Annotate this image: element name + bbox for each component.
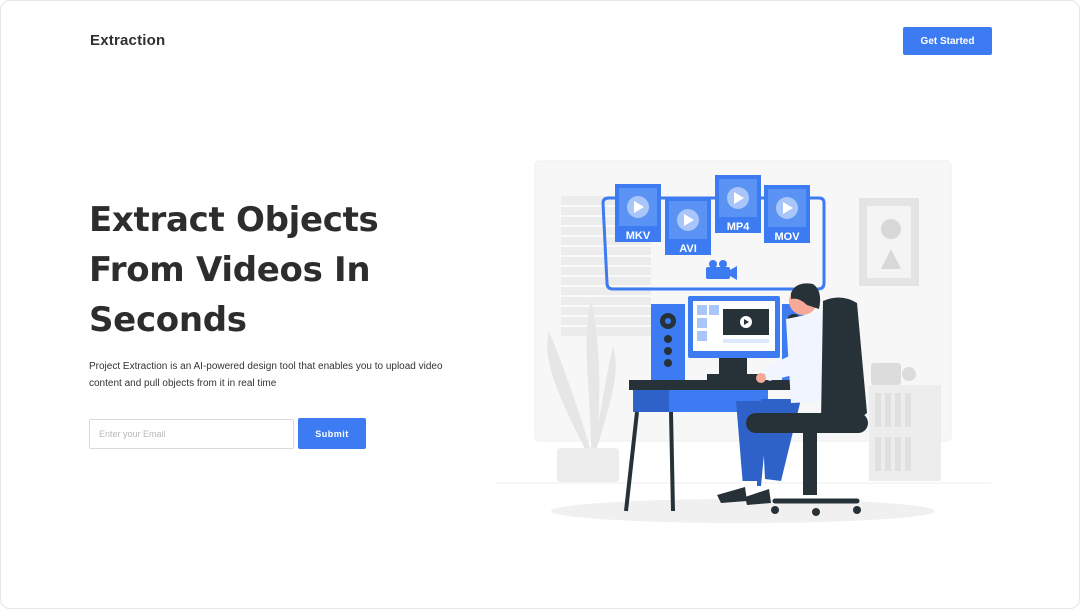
brand-logo[interactable]: Extraction bbox=[90, 32, 165, 49]
get-started-button[interactable]: Get Started bbox=[903, 27, 992, 55]
speaker-left bbox=[651, 304, 685, 382]
svg-text:MKV: MKV bbox=[626, 230, 651, 242]
format-card-mkv: MKV bbox=[615, 184, 661, 242]
video-editing-illustration: MKV AVI MP4 MOV bbox=[496, 160, 991, 523]
floor-shadow bbox=[551, 499, 935, 523]
wall-picture bbox=[859, 198, 919, 286]
svg-text:MOV: MOV bbox=[774, 231, 800, 243]
page-frame: Extraction Get Started Extract Objects F… bbox=[0, 0, 1080, 609]
svg-text:MP4: MP4 bbox=[727, 221, 751, 233]
format-card-avi: AVI bbox=[665, 197, 711, 255]
submit-button[interactable]: Submit bbox=[298, 418, 366, 449]
hero-headline: Extract Objects From Videos In Seconds bbox=[89, 200, 379, 340]
svg-text:AVI: AVI bbox=[679, 243, 697, 255]
format-card-mp4: MP4 bbox=[715, 175, 761, 233]
email-input[interactable] bbox=[89, 419, 294, 449]
hero-description: Project Extraction is an AI-powered desi… bbox=[89, 361, 443, 389]
format-card-mov: MOV bbox=[764, 185, 810, 243]
